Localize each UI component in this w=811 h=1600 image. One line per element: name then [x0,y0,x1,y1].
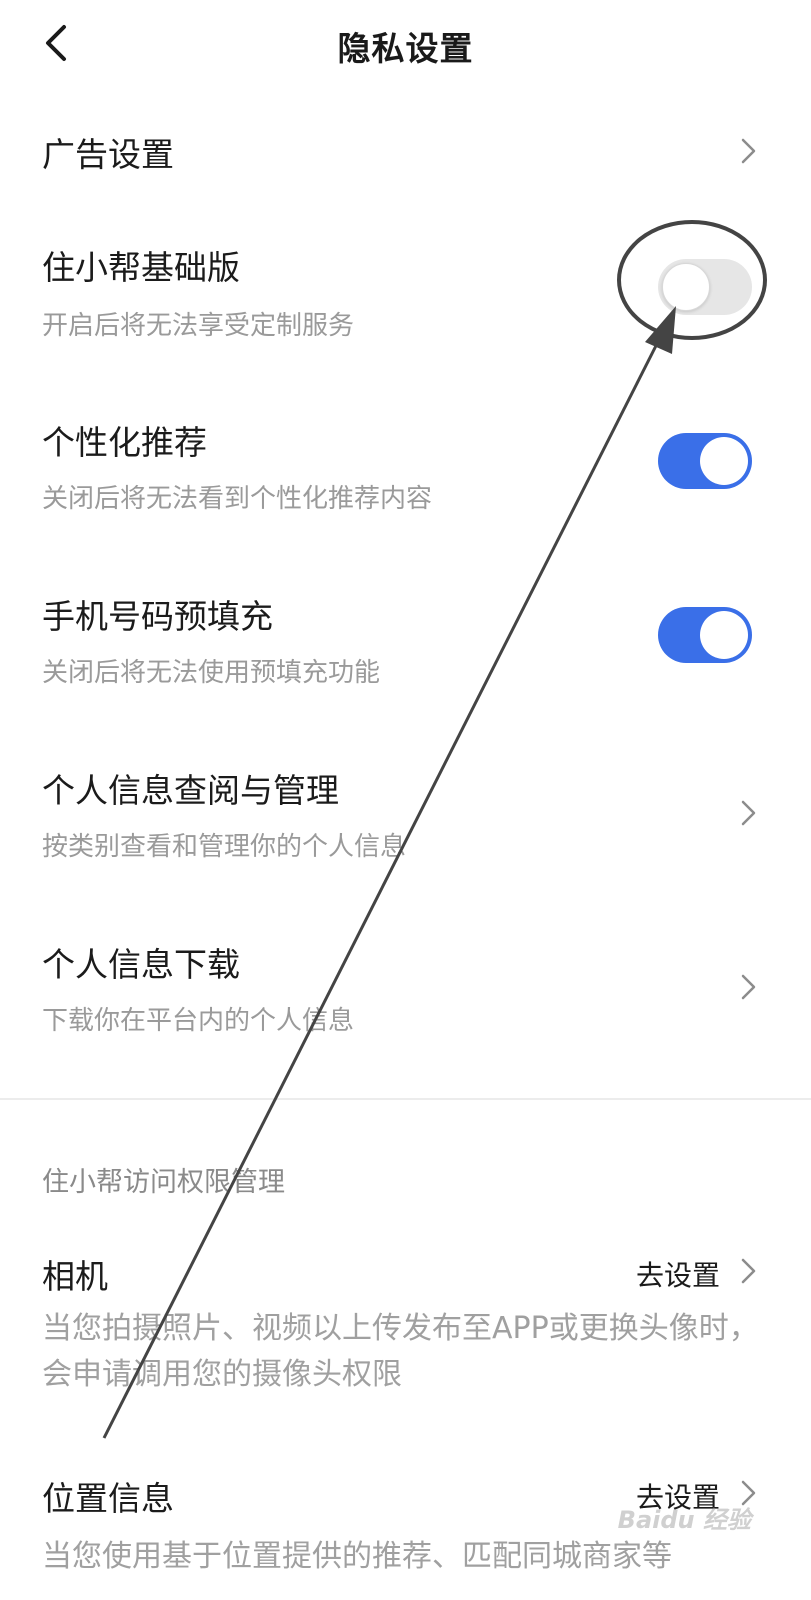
camera-permission-row[interactable]: 相机 去设置 当您拍摄照片、视频以上传发布至APP或更换头像时，会申请调用您的摄… [0,1240,811,1410]
phone-prefill-desc: 关闭后将无法使用预填充功能 [42,658,381,688]
chevron-right-icon [741,974,756,1000]
basic-version-title: 住小帮基础版 [42,248,240,287]
basic-version-desc: 开启后将无法享受定制服务 [42,311,355,341]
permissions-section-title: 住小帮访问权限管理 [42,1167,285,1198]
page-title: 隐私设置 [337,29,474,68]
camera-permission-desc: 当您拍摄照片、视频以上传发布至APP或更换头像时，会申请调用您的摄像头权限 [42,1311,759,1392]
toggle-knob [662,263,710,311]
basic-version-row: 住小帮基础版 开启后将无法享受定制服务 [0,225,811,355]
ad-settings-row[interactable]: 广告设置 [0,110,811,190]
basic-version-toggle[interactable] [658,259,752,315]
personal-info-download-desc: 下载你在平台内的个人信息 [42,1006,355,1036]
location-permission-title: 位置信息 [42,1479,174,1518]
camera-go-setting[interactable]: 去设置 [636,1254,720,1294]
section-divider [0,1098,811,1100]
ad-settings-title: 广告设置 [42,135,174,174]
toggle-knob [700,611,748,659]
personalized-recommend-row: 个性化推荐 关闭后将无法看到个性化推荐内容 [0,400,811,530]
chevron-right-icon [741,800,756,826]
phone-prefill-row: 手机号码预填充 关闭后将无法使用预填充功能 [0,574,811,704]
toggle-knob [700,437,748,485]
personal-info-manage-desc: 按类别查看和管理你的个人信息 [42,832,407,862]
watermark: Baidu 经验 [617,1506,751,1534]
personal-info-manage-row[interactable]: 个人信息查阅与管理 按类别查看和管理你的个人信息 [0,748,811,878]
location-permission-desc: 当您使用基于位置提供的推荐、匹配同城商家等 [42,1539,672,1574]
phone-prefill-title: 手机号码预填充 [42,597,273,636]
personalized-recommend-toggle[interactable] [658,433,752,489]
personalized-recommend-title: 个性化推荐 [42,423,207,462]
phone-prefill-toggle[interactable] [658,607,752,663]
personal-info-download-row[interactable]: 个人信息下载 下载你在平台内的个人信息 [0,922,811,1052]
camera-permission-title: 相机 [42,1257,108,1296]
chevron-right-icon [741,1258,756,1284]
personal-info-manage-title: 个人信息查阅与管理 [42,771,339,810]
header: 隐私设置 [0,0,811,90]
personalized-recommend-desc: 关闭后将无法看到个性化推荐内容 [42,484,433,514]
personal-info-download-title: 个人信息下载 [42,945,240,984]
chevron-right-icon [741,138,756,164]
